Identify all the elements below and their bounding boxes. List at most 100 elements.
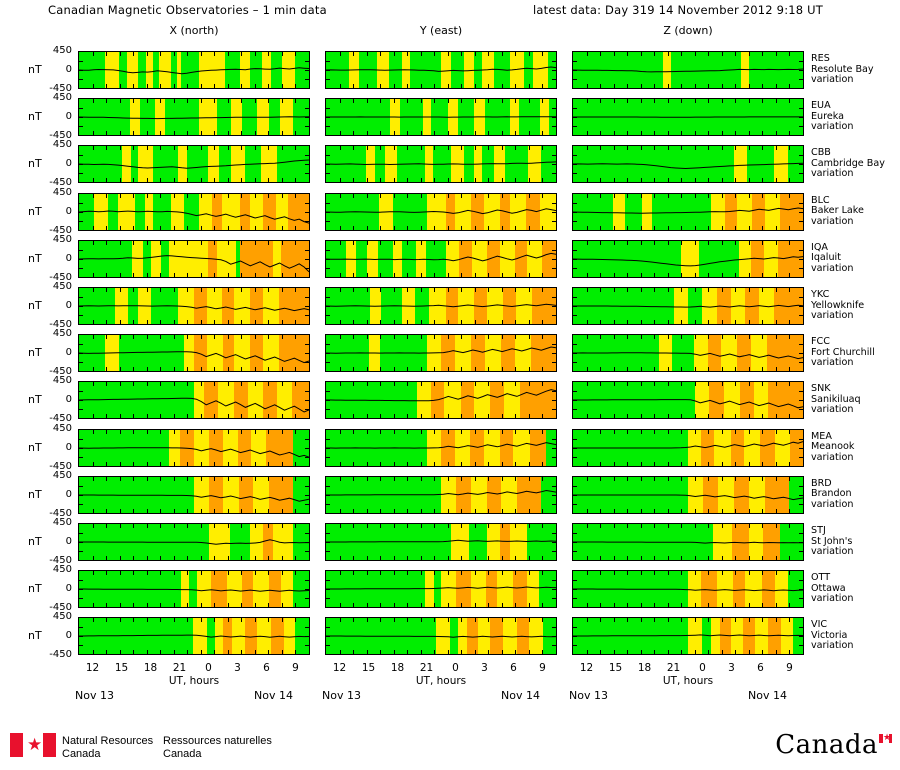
magnetogram-trace <box>326 430 556 466</box>
axis-tick <box>420 524 422 528</box>
axis-tick <box>789 272 791 277</box>
y-tick-label: 450 <box>52 139 72 151</box>
axis-tick <box>305 108 309 110</box>
axis-tick <box>708 99 710 104</box>
axis-tick <box>305 438 309 440</box>
axis-tick <box>227 524 229 528</box>
axis-tick <box>708 288 710 292</box>
axis-tick <box>721 603 723 608</box>
axis-tick <box>353 429 355 434</box>
axis-tick <box>528 429 530 434</box>
axis-tick <box>515 84 517 88</box>
axis-tick <box>254 414 256 419</box>
axis-tick <box>627 225 629 230</box>
axis-tick <box>515 476 517 481</box>
axis-tick <box>488 429 490 434</box>
axis-tick <box>214 193 216 198</box>
axis-tick <box>461 193 463 198</box>
axis-tick <box>92 508 94 513</box>
axis-tick <box>528 414 530 419</box>
axis-tick <box>613 476 615 481</box>
axis-tick <box>393 461 395 466</box>
axis-tick <box>667 603 669 608</box>
axis-tick <box>79 297 83 298</box>
axis-tick <box>407 556 409 560</box>
axis-tick <box>667 524 669 528</box>
axis-tick <box>268 429 270 434</box>
axis-tick <box>133 131 135 136</box>
axis-tick <box>552 494 556 496</box>
axis-tick <box>241 429 243 434</box>
axis-tick <box>295 556 297 560</box>
axis-tick <box>160 335 162 340</box>
plot-snk-z <box>572 381 804 420</box>
axis-tick <box>573 353 577 355</box>
axis-tick <box>474 146 476 151</box>
axis-tick <box>200 131 202 136</box>
axis-tick <box>488 382 490 387</box>
axis-tick <box>119 618 121 623</box>
axis-tick <box>748 131 750 136</box>
column-title-z: Z (down) <box>663 24 713 37</box>
axis-tick <box>79 533 83 534</box>
axis-tick <box>173 146 175 151</box>
axis-tick <box>339 131 341 136</box>
axis-tick <box>762 367 764 372</box>
axis-tick <box>160 272 162 277</box>
axis-tick <box>789 178 791 183</box>
station-code: STJ <box>811 525 826 536</box>
axis-tick <box>461 556 463 560</box>
axis-tick <box>748 146 750 151</box>
axis-tick <box>528 476 530 481</box>
axis-tick <box>735 650 737 655</box>
axis-tick <box>681 288 683 292</box>
axis-tick <box>407 382 409 387</box>
axis-tick <box>789 84 791 88</box>
axis-tick <box>353 571 355 576</box>
axis-tick <box>694 508 696 513</box>
axis-tick <box>353 84 355 88</box>
axis-tick <box>762 335 764 340</box>
axis-tick <box>501 193 503 198</box>
axis-tick <box>640 335 642 340</box>
footer-fr-line1: Ressources naturelles <box>163 735 272 747</box>
axis-tick <box>295 272 297 277</box>
y-axis-unit: nT <box>28 535 42 548</box>
axis-tick <box>640 178 642 183</box>
axis-tick <box>799 447 803 449</box>
axis-tick <box>133 650 135 655</box>
axis-tick <box>420 571 422 576</box>
axis-tick <box>613 461 615 466</box>
axis-tick <box>305 353 309 355</box>
axis-tick <box>748 476 750 481</box>
axis-tick <box>667 382 669 387</box>
x-axis-label: UT, hours <box>415 675 467 688</box>
axis-tick <box>268 288 270 292</box>
axis-tick <box>295 131 297 136</box>
axis-tick <box>789 193 791 198</box>
plot-vic-y <box>325 617 557 656</box>
axis-tick <box>613 193 615 198</box>
axis-tick <box>735 178 737 183</box>
magnetogram-trace <box>79 477 309 513</box>
axis-tick <box>133 288 135 292</box>
axis-tick <box>133 461 135 466</box>
axis-tick <box>268 524 270 528</box>
axis-tick <box>133 429 135 434</box>
axis-tick <box>407 240 409 245</box>
axis-tick <box>640 240 642 245</box>
axis-tick <box>488 618 490 623</box>
axis-tick <box>789 618 791 623</box>
axis-tick <box>488 335 490 340</box>
axis-tick <box>119 288 121 292</box>
axis-tick <box>799 211 803 213</box>
axis-tick <box>146 618 148 623</box>
y-tick-label: 450 <box>52 564 72 576</box>
axis-tick <box>187 414 189 419</box>
station-kind: variation <box>811 451 854 463</box>
axis-tick <box>721 52 723 56</box>
axis-tick <box>420 288 422 292</box>
axis-tick <box>434 650 436 655</box>
axis-tick <box>305 315 309 316</box>
axis-tick <box>295 524 297 528</box>
